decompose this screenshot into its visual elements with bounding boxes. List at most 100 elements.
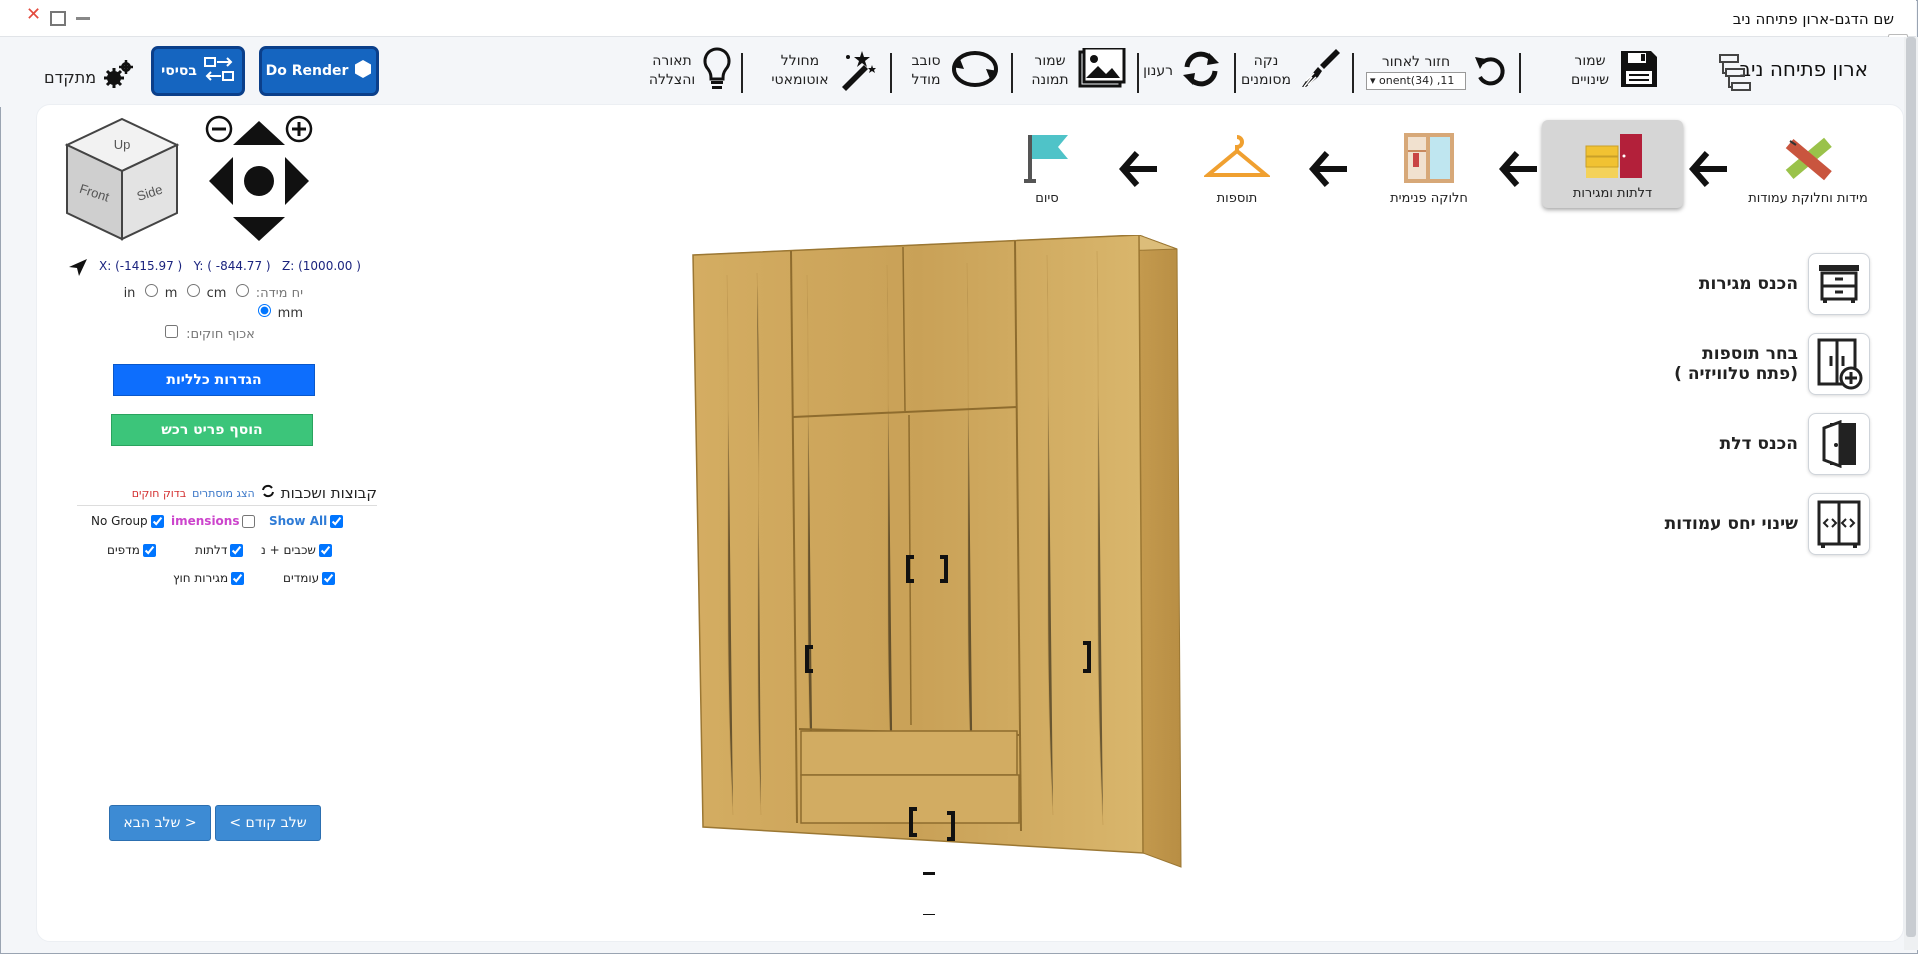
brush-icon (1300, 47, 1342, 95)
pan-right-icon[interactable] (285, 157, 309, 205)
layers-icon[interactable] (1718, 53, 1754, 97)
basic-mode-label: בסיסי (161, 63, 197, 79)
insert-door-label: הכנס דלת (1719, 434, 1798, 454)
divider (77, 505, 377, 506)
columns-row[interactable]: עומדים (283, 571, 336, 585)
vertical-scrollbar[interactable] (1904, 37, 1918, 950)
zoom-out-icon[interactable] (205, 115, 233, 143)
dimensions-checkbox[interactable] (242, 514, 256, 528)
insert-drawers-action[interactable]: הכנס מגירות (1699, 253, 1870, 315)
scrollbar-thumb[interactable] (1906, 37, 1916, 937)
column-ratio-action[interactable]: שינוי יחס עמודות (1665, 493, 1870, 555)
unit-cm-option[interactable]: cm (182, 284, 226, 301)
auto-generator-button[interactable]: מחולל אוטומאטי (768, 45, 878, 97)
unit-m-option[interactable]: m (140, 284, 177, 301)
cabinet-add-icon (1808, 333, 1870, 395)
step-label: תוספות (1216, 191, 1258, 206)
rotate-label: סובב מודל (911, 53, 941, 88)
undo-button[interactable]: חזור לאחור ▾ onent(34) ,11 (1366, 45, 1508, 97)
insert-drawers-label: הכנס מגירות (1698, 274, 1798, 294)
step-label: חלוקה פנימית (1390, 191, 1468, 206)
step-additions[interactable]: תוספות (1199, 131, 1275, 206)
refresh-icon (1179, 47, 1223, 95)
wardrobe-interior-icon (1381, 131, 1477, 189)
hanger-icon (1199, 131, 1275, 189)
arrow-left-icon (1309, 151, 1347, 187)
shelves-checkbox[interactable] (142, 543, 156, 557)
layers-row[interactable]: שכבים + נ (261, 543, 332, 557)
basic-mode-button[interactable]: בסיסי (151, 46, 245, 96)
zoom-in-icon[interactable] (285, 115, 313, 143)
previous-step-button[interactable]: < שלב קודם (215, 805, 321, 841)
advanced-mode-button[interactable]: מתקדם (44, 59, 134, 95)
refresh-button[interactable]: רענון (1143, 45, 1223, 97)
door-icon (1808, 413, 1870, 475)
arrow-left-icon (1689, 151, 1727, 187)
save-image-button[interactable]: שמור תמונה (1028, 45, 1126, 97)
enforce-rules-checkbox[interactable] (165, 325, 178, 338)
save-button[interactable]: שמור שינויים (1569, 45, 1661, 97)
door-drawer-icon (1542, 132, 1683, 184)
do-render-button[interactable]: Do Render (259, 46, 379, 96)
step-dimensions[interactable]: מידות וחלוקת עמודות (1743, 131, 1873, 206)
groups-header: קבוצות ושכבות הצג מוסתרים בדוק חוקים (77, 484, 377, 502)
switch-arrows-icon (203, 55, 235, 87)
close-icon[interactable]: ✕ (26, 6, 41, 24)
choose-additions-action[interactable]: בחר תוספות (פתח טלוויזיה ) (1668, 333, 1870, 395)
rotate-icon (950, 47, 1000, 95)
no-group-row[interactable]: No Group (91, 514, 164, 528)
clean-button[interactable]: נקה מסומנים (1238, 45, 1342, 97)
doors-checkbox[interactable] (230, 543, 244, 557)
add-furniture-button[interactable]: הוסף פריט רכש (111, 414, 313, 446)
show-all-checkbox[interactable] (330, 514, 344, 528)
shelves-row[interactable]: מדפים (107, 543, 156, 557)
clean-label: נקה מסומנים (1241, 53, 1291, 88)
rotate-model-button[interactable]: סובב מודל (908, 45, 1000, 97)
separator (1234, 53, 1236, 93)
advanced-mode-label: מתקדם (44, 67, 97, 87)
step-label: סיום (1035, 191, 1059, 206)
undo-icon (1472, 49, 1508, 93)
maximize-icon[interactable] (50, 11, 66, 26)
dimensions-row[interactable]: imensions (171, 514, 256, 528)
separator (741, 53, 743, 93)
pan-down-icon[interactable] (233, 217, 285, 241)
layers-checkbox[interactable] (318, 543, 332, 557)
step-finish[interactable]: סיום (1017, 131, 1077, 206)
refresh-groups-icon[interactable] (261, 484, 275, 502)
pan-left-icon[interactable] (209, 157, 233, 205)
column-ratio-label: שינוי יחס עמודות (1664, 514, 1798, 534)
check-rules-link[interactable]: בדוק חוקים (132, 487, 186, 500)
coord-x: X: (-1415.97 ) (99, 259, 183, 273)
doors-row[interactable]: דלתות (195, 543, 244, 557)
step-interior[interactable]: חלוקה פנימית (1381, 131, 1477, 206)
minimize-icon[interactable] (76, 17, 90, 20)
show-all-row[interactable]: Show All (269, 514, 344, 528)
no-group-checkbox[interactable] (150, 514, 164, 528)
pan-up-icon[interactable] (233, 121, 285, 145)
show-hidden-link[interactable]: הצג מוסתרים (192, 487, 255, 500)
separator (890, 53, 892, 93)
lighting-button[interactable]: תאורה והצללה (648, 45, 732, 97)
hexagon-icon (354, 59, 372, 83)
columns-checkbox[interactable] (322, 571, 336, 585)
units-selector: יח מידה: in m cm mm (105, 281, 303, 321)
unit-mm-option[interactable]: mm (253, 304, 303, 321)
external-drawers-checkbox[interactable] (231, 571, 245, 585)
undo-history-select[interactable]: ▾ onent(34) ,11 (1366, 71, 1466, 90)
wardrobe-3d-model[interactable] (687, 235, 1227, 915)
external-drawers-row[interactable]: מגירות חוץ (173, 571, 245, 585)
view-cube[interactable]: Up Front Side (63, 115, 181, 249)
save-image-label: שמור תמונה (1031, 53, 1069, 88)
arrow-left-icon (1499, 151, 1537, 187)
insert-door-action[interactable]: הכנס דלת (1720, 413, 1870, 475)
general-settings-button[interactable]: הגדרות כלליות (113, 364, 315, 396)
toolbar: ארון פתיחה ניב שמור שינויים חזור לאחור ▾… (0, 37, 1916, 107)
flag-icon (1017, 131, 1077, 189)
units-label: יח מידה: (255, 286, 303, 301)
step-doors-drawers[interactable]: דלתות ומגירות (1542, 120, 1683, 208)
cube-up-label: Up (114, 137, 131, 152)
center-view-icon[interactable] (244, 166, 274, 196)
separator (1137, 53, 1139, 93)
next-step-button[interactable]: שלב הבא > (109, 805, 211, 841)
